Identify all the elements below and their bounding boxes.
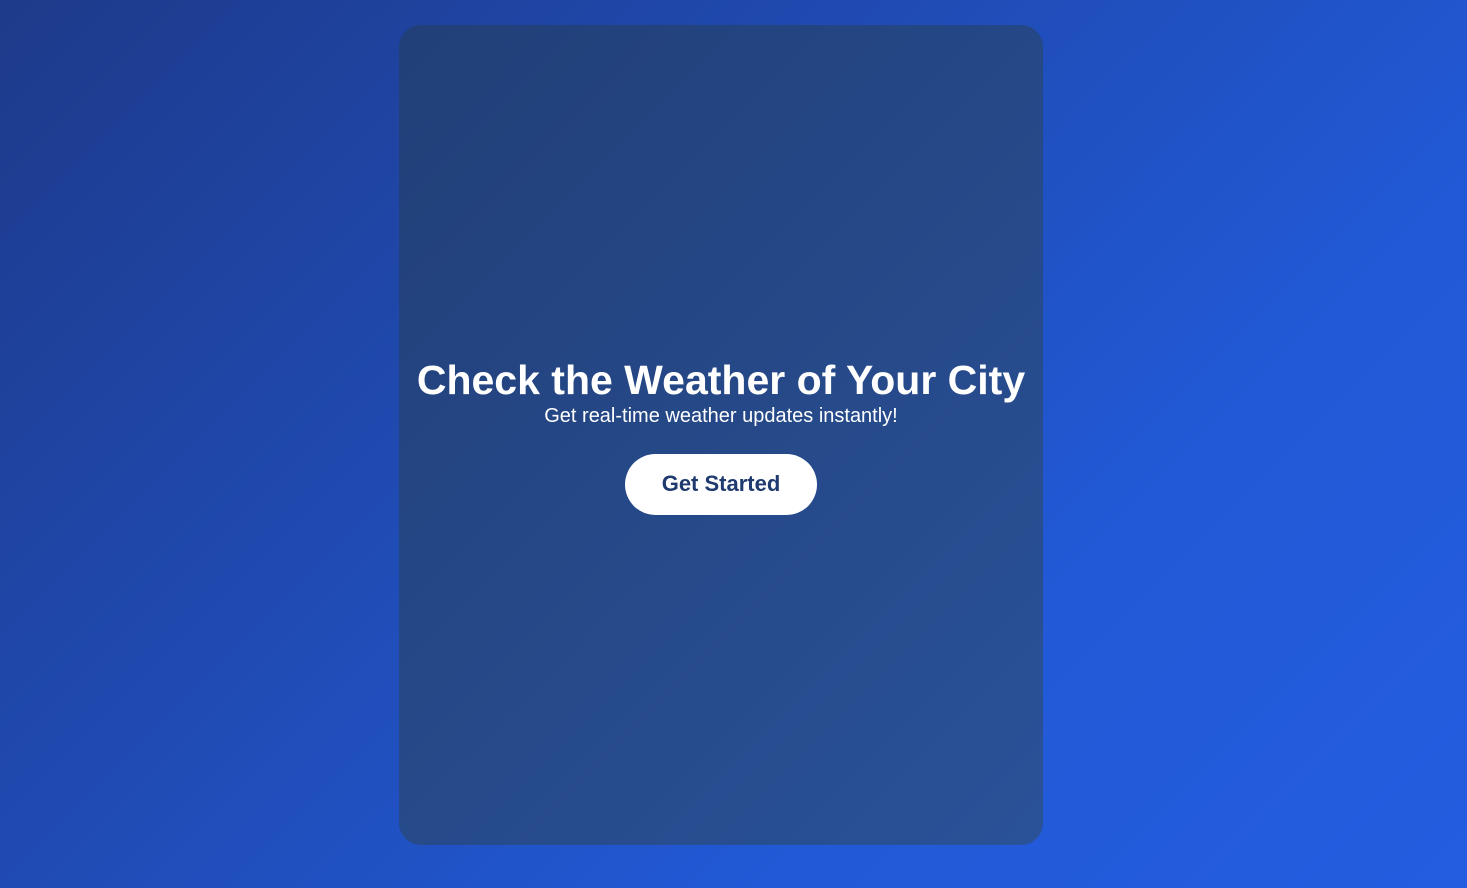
hero-card: Check the Weather of Your City Get real-…	[399, 25, 1043, 845]
page-title: Check the Weather of Your City	[416, 356, 1026, 403]
subtitle: Get real-time weather updates instantly!	[544, 404, 898, 427]
get-started-button[interactable]: Get Started	[625, 453, 817, 515]
